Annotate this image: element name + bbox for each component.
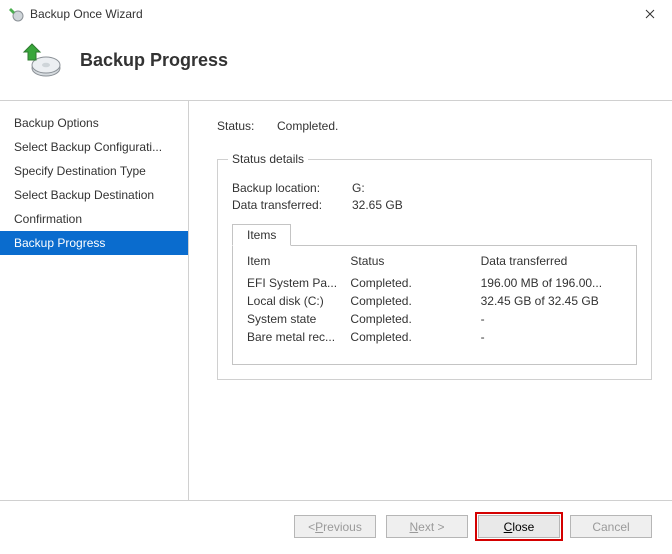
window-close-button[interactable]	[628, 0, 672, 28]
next-button: Next >	[386, 515, 468, 538]
sidebar-item-confirmation[interactable]: Confirmation	[0, 207, 188, 231]
sidebar-item-backup-options[interactable]: Backup Options	[0, 111, 188, 135]
footer: < Previous Next > Close Cancel	[0, 500, 672, 554]
window-title: Backup Once Wizard	[30, 7, 628, 21]
table-header-row: Item Status Data transferred	[243, 254, 626, 274]
cell-data: -	[477, 328, 626, 346]
cell-data: 196.00 MB of 196.00...	[477, 274, 626, 292]
cancel-button: Cancel	[570, 515, 652, 538]
close-button[interactable]: Close	[478, 515, 560, 538]
status-value: Completed.	[277, 119, 338, 133]
table-row: Local disk (C:) Completed. 32.45 GB of 3…	[243, 292, 626, 310]
backup-location-value: G:	[352, 181, 365, 195]
cell-status: Completed.	[346, 310, 476, 328]
sidebar-item-backup-progress[interactable]: Backup Progress	[0, 231, 188, 255]
col-item: Item	[243, 254, 346, 274]
app-icon	[8, 6, 24, 22]
body: Backup Options Select Backup Configurati…	[0, 101, 672, 500]
status-label: Status:	[217, 119, 277, 133]
items-table: Item Status Data transferred EFI System …	[243, 254, 626, 346]
col-data: Data transferred	[477, 254, 626, 274]
data-transferred-label: Data transferred:	[232, 198, 352, 212]
previous-button: < Previous	[294, 515, 376, 538]
backup-location-label: Backup location:	[232, 181, 352, 195]
cell-item: Bare metal rec...	[243, 328, 346, 346]
header: Backup Progress	[0, 28, 672, 100]
sidebar-item-select-config[interactable]: Select Backup Configurati...	[0, 135, 188, 159]
table-row: EFI System Pa... Completed. 196.00 MB of…	[243, 274, 626, 292]
data-transferred-row: Data transferred: 32.65 GB	[232, 198, 637, 212]
titlebar: Backup Once Wizard	[0, 0, 672, 28]
status-details-legend: Status details	[228, 152, 308, 166]
table-row: Bare metal rec... Completed. -	[243, 328, 626, 346]
col-status: Status	[346, 254, 476, 274]
sidebar-item-select-destination[interactable]: Select Backup Destination	[0, 183, 188, 207]
tab-items[interactable]: Items	[232, 224, 291, 246]
content: Status: Completed. Status details Backup…	[189, 101, 672, 500]
table-row: System state Completed. -	[243, 310, 626, 328]
cell-data: -	[477, 310, 626, 328]
backup-location-row: Backup location: G:	[232, 181, 637, 195]
status-row: Status: Completed.	[217, 119, 652, 133]
data-transferred-value: 32.65 GB	[352, 198, 403, 212]
backup-icon	[22, 40, 62, 80]
cell-status: Completed.	[346, 328, 476, 346]
status-details-group: Status details Backup location: G: Data …	[217, 159, 652, 380]
cell-item: System state	[243, 310, 346, 328]
wizard-window: Backup Once Wizard Backup Progress Backu…	[0, 0, 672, 554]
cell-item: Local disk (C:)	[243, 292, 346, 310]
cell-data: 32.45 GB of 32.45 GB	[477, 292, 626, 310]
sidebar: Backup Options Select Backup Configurati…	[0, 101, 189, 500]
tab-content: Item Status Data transferred EFI System …	[232, 245, 637, 365]
close-icon	[645, 6, 655, 22]
cell-status: Completed.	[346, 292, 476, 310]
sidebar-item-destination-type[interactable]: Specify Destination Type	[0, 159, 188, 183]
page-title: Backup Progress	[80, 50, 228, 71]
cell-status: Completed.	[346, 274, 476, 292]
tab-bar: Items	[232, 224, 637, 246]
cell-item: EFI System Pa...	[243, 274, 346, 292]
